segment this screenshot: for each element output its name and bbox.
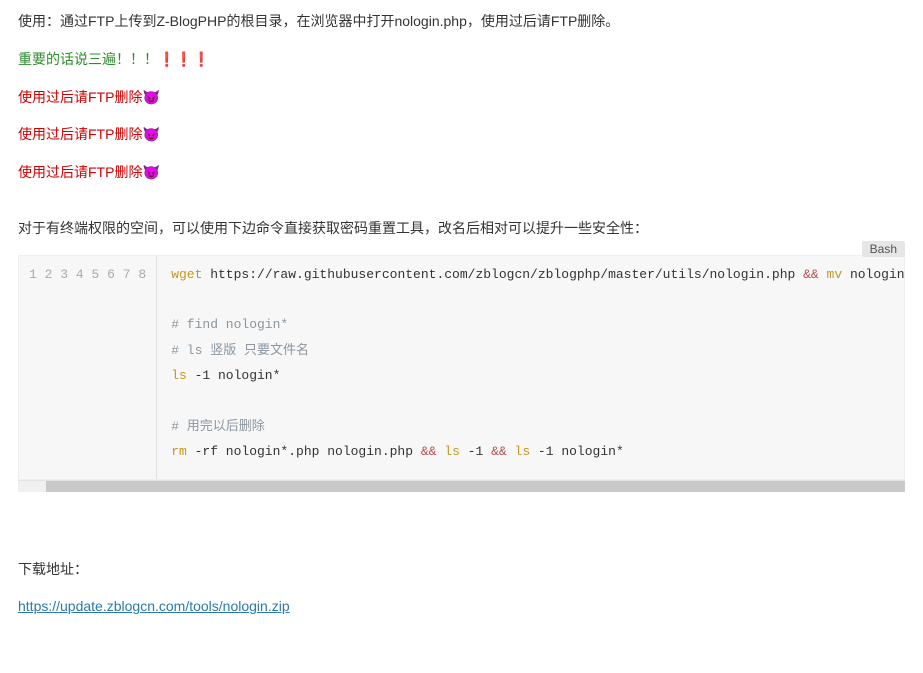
download-link[interactable]: https://update.zblogcn.com/tools/nologin… — [18, 598, 290, 614]
warning-title: 重要的话说三遍！！！❗❗❗ — [18, 48, 905, 72]
download-label: 下载地址： — [18, 558, 905, 582]
code-line-numbers: 1 2 3 4 5 6 7 8 — [19, 256, 157, 479]
horizontal-scrollbar[interactable] — [18, 480, 905, 492]
terminal-note: 对于有终端权限的空间，可以使用下边命令直接获取密码重置工具，改名后相对可以提升一… — [18, 217, 905, 241]
warning-line-3: 使用过后请FTP删除😈 — [18, 161, 905, 185]
language-badge: Bash — [862, 241, 905, 257]
code-block: Bash 1 2 3 4 5 6 7 8 wget https://raw.gi… — [18, 255, 905, 492]
warning-line-2: 使用过后请FTP删除😈 — [18, 123, 905, 147]
code-content[interactable]: wget https://raw.githubusercontent.com/z… — [157, 256, 904, 479]
warning-line-1: 使用过后请FTP删除😈 — [18, 86, 905, 110]
usage-intro: 使用：通过FTP上传到Z-BlogPHP的根目录，在浏览器中打开nologin.… — [18, 10, 905, 34]
